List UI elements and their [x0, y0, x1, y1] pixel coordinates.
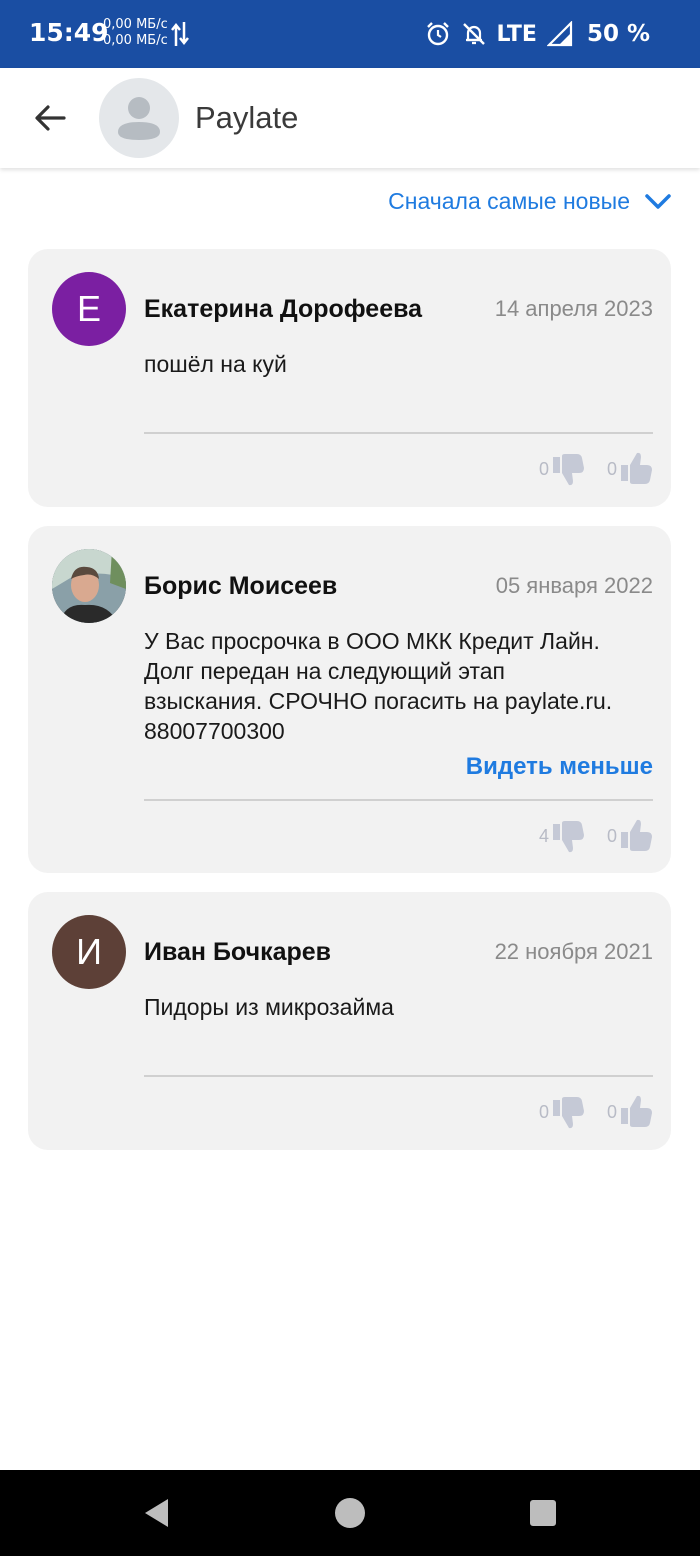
network-type: LTE	[496, 21, 537, 47]
battery-level: 50 %	[586, 21, 650, 47]
dislike-count: 0	[538, 458, 549, 479]
like-button[interactable]: 0	[607, 818, 653, 854]
vote-row: 4 0	[539, 818, 653, 854]
review-date: 05 января 2022	[495, 573, 653, 598]
dislike-count: 0	[538, 1101, 549, 1122]
review-text: пошёл на куй	[144, 351, 287, 377]
divider	[144, 432, 653, 434]
dislike-button[interactable]: 0	[539, 451, 585, 487]
thumbs-down-icon	[552, 1097, 584, 1129]
signal-icon	[546, 21, 573, 47]
nav-recents-icon[interactable]	[526, 1496, 560, 1530]
thumbs-up-icon	[621, 819, 652, 851]
review-card: И Иван Бочкарев 22 ноября 2021 Пидоры из…	[28, 892, 671, 1150]
sort-dropdown[interactable]: Сначала самые новые	[388, 188, 672, 215]
nav-home-icon[interactable]	[333, 1496, 367, 1530]
author-photo	[52, 549, 126, 623]
notifications-off-icon	[462, 23, 485, 45]
vote-row: 0 0	[539, 451, 653, 487]
system-navigation-bar	[0, 1470, 700, 1556]
review-date: 22 ноября 2021	[494, 939, 653, 964]
author-avatar: Е	[52, 272, 126, 346]
chevron-down-icon	[645, 193, 671, 209]
author-avatar: И	[52, 915, 126, 989]
like-count: 0	[606, 825, 617, 846]
vote-row: 0 0	[539, 1094, 653, 1130]
dislike-button[interactable]: 4	[539, 818, 585, 854]
like-button[interactable]: 0	[607, 451, 653, 487]
author-avatar	[52, 549, 126, 623]
page-title: Paylate	[195, 100, 299, 135]
like-count: 0	[606, 458, 617, 479]
dislike-button[interactable]: 0	[539, 1094, 585, 1130]
review-author: Екатерина Дорофеева	[144, 295, 423, 323]
avatar-letter: И	[76, 931, 102, 972]
thumbs-down-icon	[552, 454, 584, 486]
network-speed: 0,00 МБ/с 0,00 МБ/с	[103, 17, 168, 49]
status-time: 15:49	[29, 18, 109, 47]
divider	[144, 799, 653, 801]
status-bar: 15:49 0,00 МБ/с 0,00 МБ/с LTE 50 %	[0, 0, 700, 68]
person-placeholder-icon	[118, 97, 160, 140]
see-less-link[interactable]: Видеть меньше	[466, 753, 653, 781]
alarm-icon	[426, 22, 449, 46]
avatar-letter: Е	[76, 288, 101, 329]
company-avatar	[99, 78, 179, 158]
review-text: У Вас просрочка в ООО МКК Кредит Лайн. Д…	[144, 628, 613, 744]
app-bar: Paylate	[0, 68, 700, 168]
download-speed: 0,00 МБ/с	[103, 33, 168, 48]
upload-speed: 0,00 МБ/с	[103, 17, 168, 32]
thumbs-up-icon	[621, 1095, 652, 1127]
dislike-count: 4	[538, 825, 549, 846]
review-card: Е Екатерина Дорофеева 14 апреля 2023 пош…	[28, 249, 671, 507]
divider	[144, 1075, 653, 1077]
review-card: Борис Моисеев 05 января 2022 У Вас проср…	[28, 526, 671, 873]
back-arrow-icon[interactable]	[30, 98, 70, 138]
data-transfer-icon	[171, 22, 189, 46]
like-button[interactable]: 0	[607, 1094, 653, 1130]
review-date: 14 апреля 2023	[494, 296, 653, 321]
thumbs-up-icon	[621, 452, 652, 484]
status-indicators: LTE 50 %	[425, 17, 650, 51]
review-author: Борис Моисеев	[144, 572, 338, 600]
thumbs-down-icon	[552, 821, 584, 853]
review-text: Пидоры из микрозайма	[144, 994, 394, 1020]
like-count: 0	[606, 1101, 617, 1122]
nav-back-icon[interactable]	[140, 1496, 174, 1530]
sort-label: Сначала самые новые	[388, 188, 630, 214]
review-author: Иван Бочкарев	[144, 938, 332, 966]
